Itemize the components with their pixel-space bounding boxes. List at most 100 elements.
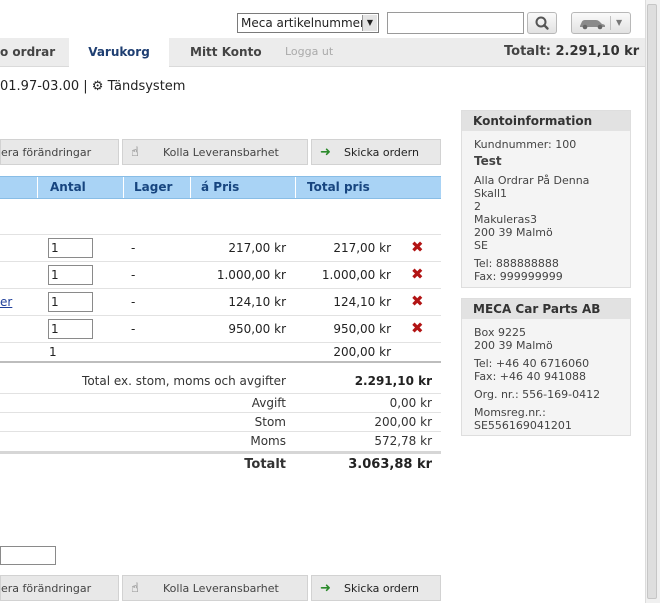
hand-icon: ☝ [131, 581, 139, 596]
summary-vat-label: Moms [250, 434, 286, 448]
arrow-right-icon: ➜ [320, 581, 331, 596]
divider [190, 177, 191, 198]
breadcrumb-category[interactable]: Tändsystem [108, 79, 186, 94]
quantity-input[interactable]: 1 [48, 292, 93, 312]
delete-icon[interactable]: ✖ [411, 294, 424, 309]
stock-cell: - [131, 241, 136, 255]
address-line: SE [474, 239, 488, 252]
table-row: 1 200,00 kr [0, 343, 441, 363]
address-line: 200 39 Malmö [474, 226, 553, 239]
search-type-value: Meca artikelnummer [241, 16, 365, 30]
cart-total-label: Totalt: [504, 44, 551, 59]
company-title: MECA Car Parts AB [462, 299, 630, 319]
stock-cell: - [131, 322, 136, 336]
customer-number: Kundnummer: 100 [474, 138, 577, 151]
delete-icon[interactable]: ✖ [411, 267, 424, 282]
order-table-header: Antal Lager á Pris Total pris [0, 176, 441, 199]
comment-input[interactable] [0, 546, 56, 565]
total-price-cell: 950,00 kr [333, 322, 391, 336]
divider [0, 393, 441, 394]
total-price-cell: 124,10 kr [333, 295, 391, 309]
company-address-line: 200 39 Malmö [474, 339, 553, 352]
breadcrumb-range: 01.97-03.00 | [0, 79, 88, 94]
chevron-down-icon[interactable]: ▼ [362, 15, 377, 31]
stock-cell: - [131, 295, 136, 309]
summary-excl-label: Total ex. stom, moms och avgifter [82, 374, 286, 388]
header-unit-price: á Pris [201, 180, 240, 194]
summary-total-label: Totalt [244, 457, 286, 472]
search-icon [535, 16, 549, 30]
cart-total-value: 2.291,10 kr [555, 44, 640, 59]
stock-cell: - [131, 268, 136, 282]
summary-core-label: Stom [254, 415, 286, 429]
divider [0, 412, 441, 413]
quantity-input[interactable]: 1 [48, 265, 93, 285]
scrollbar-thumb[interactable] [647, 4, 657, 599]
account-fax: Fax: 999999999 [474, 270, 563, 283]
unit-price-cell: 217,00 kr [228, 241, 286, 255]
address-line: Skall1 [474, 187, 508, 200]
company-vat-label: Momsreg.nr.: [474, 406, 546, 419]
summary-excl-value: 2.291,10 kr [354, 374, 432, 388]
divider [295, 177, 296, 198]
core-total-cell: 200,00 kr [333, 345, 391, 359]
summary-vat-value: 572,78 kr [374, 434, 432, 448]
logout-link[interactable]: Logga ut [285, 38, 333, 66]
gear-icon: ⚙ [91, 79, 104, 94]
tab-account[interactable]: Mitt Konto [190, 38, 262, 66]
company-org-number: Org. nr.: 556-169-0412 [474, 388, 601, 401]
quantity-input[interactable]: 1 [48, 319, 93, 339]
core-qty-cell: 1 [49, 345, 57, 359]
address-line: 2 [474, 200, 481, 213]
address-line: Makuleras3 [474, 213, 538, 226]
check-availability-button-bottom[interactable]: ☝ Kolla Leveransbarhet [122, 575, 308, 601]
account-info-title: Kontoinformation [462, 111, 630, 131]
send-order-button-bottom[interactable]: ➜ Skicka ordern [311, 575, 441, 601]
company-info-box: MECA Car Parts AB Box 9225 200 39 Malmö … [461, 298, 631, 436]
update-changes-button[interactable]: era förändringar [0, 139, 119, 165]
header-total: Total pris [307, 180, 370, 194]
vehicle-select-button[interactable]: ▼ [571, 12, 631, 34]
cart-total: Totalt: 2.291,10 kr [504, 38, 639, 66]
update-changes-button-bottom[interactable]: era förändringar [0, 575, 119, 601]
search-input[interactable] [387, 12, 524, 34]
summary-fee-label: Avgift [251, 396, 286, 410]
header-stock: Lager [134, 180, 173, 194]
tab-cart[interactable]: Varukorg [69, 38, 169, 67]
account-name: Test [474, 154, 502, 168]
table-row: er 1 - 124,10 kr 124,10 kr ✖ [0, 289, 441, 316]
divider [37, 177, 38, 198]
send-order-button[interactable]: ➜ Skicka ordern [311, 139, 441, 165]
product-link[interactable]: er [0, 289, 12, 315]
unit-price-cell: 950,00 kr [228, 322, 286, 336]
quantity-input[interactable]: 1 [48, 238, 93, 258]
delete-icon[interactable]: ✖ [411, 240, 424, 255]
summary-fee-value: 0,00 kr [389, 396, 432, 410]
summary-core-value: 200,00 kr [374, 415, 432, 429]
total-price-cell: 1.000,00 kr [321, 268, 391, 282]
tab-orders[interactable]: o ordrar [0, 38, 55, 66]
table-row: 1 - 950,00 kr 950,00 kr ✖ [0, 316, 441, 343]
delete-icon[interactable]: ✖ [411, 321, 424, 336]
car-icon [580, 20, 605, 30]
address-line: Alla Ordrar På Denna [474, 174, 590, 187]
company-phone: Tel: +46 40 6716060 [474, 357, 590, 370]
chevron-down-icon[interactable]: ▼ [616, 13, 622, 33]
account-info-box: Kontoinformation Kundnummer: 100 Test Al… [461, 110, 631, 288]
divider [123, 177, 124, 198]
check-availability-button[interactable]: ☝ Kolla Leveransbarhet [122, 139, 308, 165]
breadcrumb: 01.97-03.00 | ⚙ Tändsystem [0, 79, 185, 94]
main-nav: o ordrar Varukorg Mitt Konto Logga ut To… [0, 38, 645, 67]
search-button[interactable] [527, 12, 557, 34]
divider [0, 431, 441, 432]
table-row: 1 - 1.000,00 kr 1.000,00 kr ✖ [0, 262, 441, 289]
divider [0, 451, 441, 454]
hand-icon: ☝ [131, 145, 139, 160]
account-phone: Tel: 888888888 [474, 257, 559, 270]
unit-price-cell: 1.000,00 kr [216, 268, 286, 282]
company-address-line: Box 9225 [474, 326, 526, 339]
arrow-right-icon: ➜ [320, 145, 331, 160]
summary-total-value: 3.063,88 kr [348, 457, 432, 472]
table-row: 1 - 217,00 kr 217,00 kr ✖ [0, 235, 441, 262]
search-type-select[interactable]: Meca artikelnummer ▼ [237, 13, 379, 33]
